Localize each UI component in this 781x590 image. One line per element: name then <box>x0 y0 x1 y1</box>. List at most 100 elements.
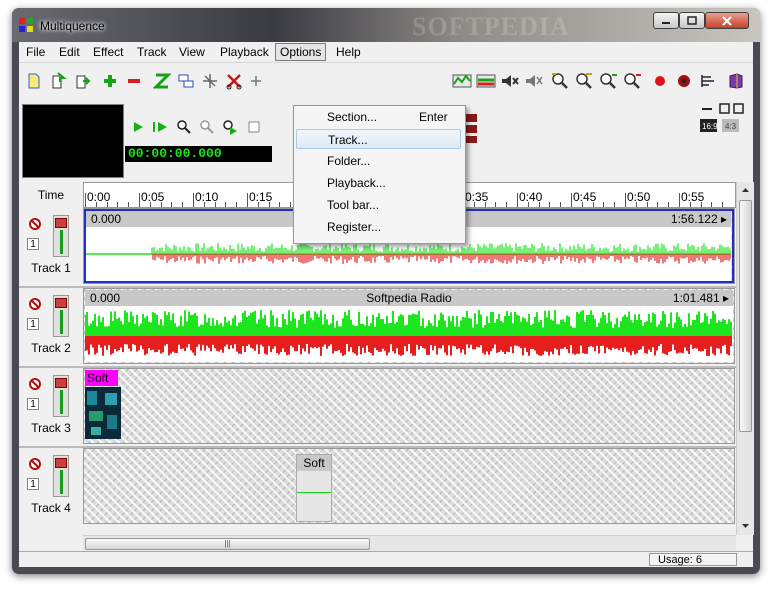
vertical-scrollbar[interactable] <box>736 182 754 535</box>
menu-view[interactable]: View <box>175 44 209 60</box>
menu-effect[interactable]: Effect <box>89 44 127 60</box>
zoom-z-button[interactable] <box>151 70 173 92</box>
app-icon <box>19 18 33 32</box>
menu-item-folder[interactable]: Folder... <box>296 151 461 171</box>
clip-header: 0.000 Softpedia Radio 1:01.481 ▸ <box>85 290 733 306</box>
ruler-minor-tick <box>203 202 205 207</box>
volume-fader[interactable] <box>53 215 69 257</box>
track-number[interactable]: 1 <box>27 478 39 490</box>
menu-item-register[interactable]: Register... <box>296 217 461 237</box>
menu-playback[interactable]: Playback <box>216 44 273 60</box>
scroll-down-icon[interactable] <box>741 522 750 530</box>
track-header: 1 Track 3 <box>19 368 83 446</box>
menu-item-track[interactable]: Track... <box>296 129 461 149</box>
play-selection-button[interactable] <box>150 116 172 138</box>
loop-checkbox[interactable] <box>243 116 265 138</box>
svg-text:4:3: 4:3 <box>725 122 737 131</box>
menu-item-toolbar[interactable]: Tool bar... <box>296 195 461 215</box>
ruler-minor-tick <box>290 202 292 207</box>
minimize-button[interactable] <box>653 12 679 29</box>
menu-options[interactable]: Options <box>275 43 327 61</box>
track-lane[interactable]: Soft <box>83 448 735 524</box>
menu-item-playback[interactable]: Playback... <box>296 173 461 193</box>
title-bar[interactable]: Multiquence SOFTPEDIA <box>12 8 760 42</box>
ruler-major-tick <box>139 193 140 207</box>
track-header: 1 Track 1 <box>19 208 83 286</box>
zoom-in-button[interactable] <box>549 70 571 92</box>
track-lane[interactable]: Soft <box>83 368 735 444</box>
loop-play-button[interactable] <box>219 116 241 138</box>
ruler-minor-tick <box>236 202 238 207</box>
mute-audio-button[interactable] <box>499 70 521 92</box>
menu-item-label: Folder... <box>327 154 371 168</box>
sections-button[interactable] <box>697 70 719 92</box>
help-book-button[interactable] <box>725 70 747 92</box>
new-file-button[interactable] <box>23 70 45 92</box>
time-label: Time <box>19 182 84 208</box>
client-area: File Edit Effect Track View Playback Opt… <box>19 42 754 567</box>
split-icon <box>203 74 217 88</box>
volume-fader[interactable] <box>53 455 69 497</box>
track-number[interactable]: 1 <box>27 238 39 250</box>
play-button[interactable] <box>127 116 149 138</box>
mute-icon[interactable] <box>29 298 41 310</box>
vertical-scroll-thumb[interactable] <box>739 200 752 432</box>
track-number[interactable]: 1 <box>27 398 39 410</box>
menu-track[interactable]: Track <box>133 44 171 60</box>
save-file-button[interactable] <box>71 70 93 92</box>
maximize-button[interactable] <box>679 12 705 29</box>
arrange-button[interactable] <box>175 70 197 92</box>
scroll-up-icon[interactable] <box>741 186 750 194</box>
zoom-out-button[interactable] <box>573 70 595 92</box>
ruler-minor-tick <box>149 202 151 207</box>
scrub-button[interactable] <box>173 116 195 138</box>
zoom-fit-button[interactable] <box>597 70 619 92</box>
record-settings-button[interactable] <box>673 70 695 92</box>
audio-clip[interactable]: 0.000 Softpedia Radio 1:01.481 ▸ <box>85 290 733 362</box>
layout-toggle-icon[interactable] <box>700 102 746 116</box>
volume-fader[interactable] <box>53 295 69 337</box>
watermark-logo: SOFTPEDIA <box>412 12 570 41</box>
menu-item-section[interactable]: Section... Enter <box>296 107 461 127</box>
plus-icon <box>104 75 116 87</box>
track-number[interactable]: 1 <box>27 318 39 330</box>
mute-icon[interactable] <box>29 458 41 470</box>
zoom-out-icon <box>576 73 592 89</box>
horizontal-scroll-thumb[interactable]: ||| <box>85 538 370 550</box>
main-toolbar <box>19 64 753 100</box>
timecode-display: 00:00:00.000 <box>125 146 272 162</box>
add-track-button[interactable] <box>99 70 121 92</box>
menu-help[interactable]: Help <box>332 44 365 60</box>
audio-clip[interactable]: Soft <box>296 454 332 522</box>
horizontal-scrollbar[interactable]: ||| <box>83 535 736 552</box>
scrub-disabled-button[interactable] <box>196 116 218 138</box>
mute-icon[interactable] <box>29 218 41 230</box>
app-window: Multiquence SOFTPEDIA File Edit Effect T… <box>12 8 760 574</box>
clip-title: Soft <box>85 370 118 386</box>
trim-button[interactable] <box>245 70 267 92</box>
ruler-minor-tick <box>722 202 724 207</box>
volume-button[interactable] <box>523 70 545 92</box>
menu-item-label: Section... <box>327 110 378 124</box>
mute-icon[interactable] <box>29 378 41 390</box>
track-lane[interactable]: 0.000 Softpedia Radio 1:01.481 ▸ <box>83 288 735 364</box>
cut-button[interactable] <box>223 70 245 92</box>
menu-edit[interactable]: Edit <box>55 44 84 60</box>
scissors-icon <box>226 74 242 90</box>
record-icon <box>655 76 665 86</box>
remove-track-button[interactable] <box>123 70 145 92</box>
book-icon <box>729 73 743 89</box>
level-meter-button[interactable] <box>451 70 473 92</box>
track-row-3: 1 Track 3 Soft <box>19 368 736 448</box>
menu-file[interactable]: File <box>22 44 49 60</box>
open-file-button[interactable] <box>47 70 69 92</box>
close-button[interactable] <box>705 12 749 29</box>
zoom-reset-button[interactable] <box>621 70 643 92</box>
volume-fader[interactable] <box>53 375 69 417</box>
aspect-ratio-icon[interactable]: 16:9 4:3 <box>700 119 740 133</box>
wave-view-button[interactable] <box>475 70 497 92</box>
ruler-minor-tick <box>689 202 691 207</box>
video-clip[interactable]: Soft <box>85 370 121 442</box>
split-button[interactable] <box>199 70 221 92</box>
record-button[interactable] <box>649 70 671 92</box>
